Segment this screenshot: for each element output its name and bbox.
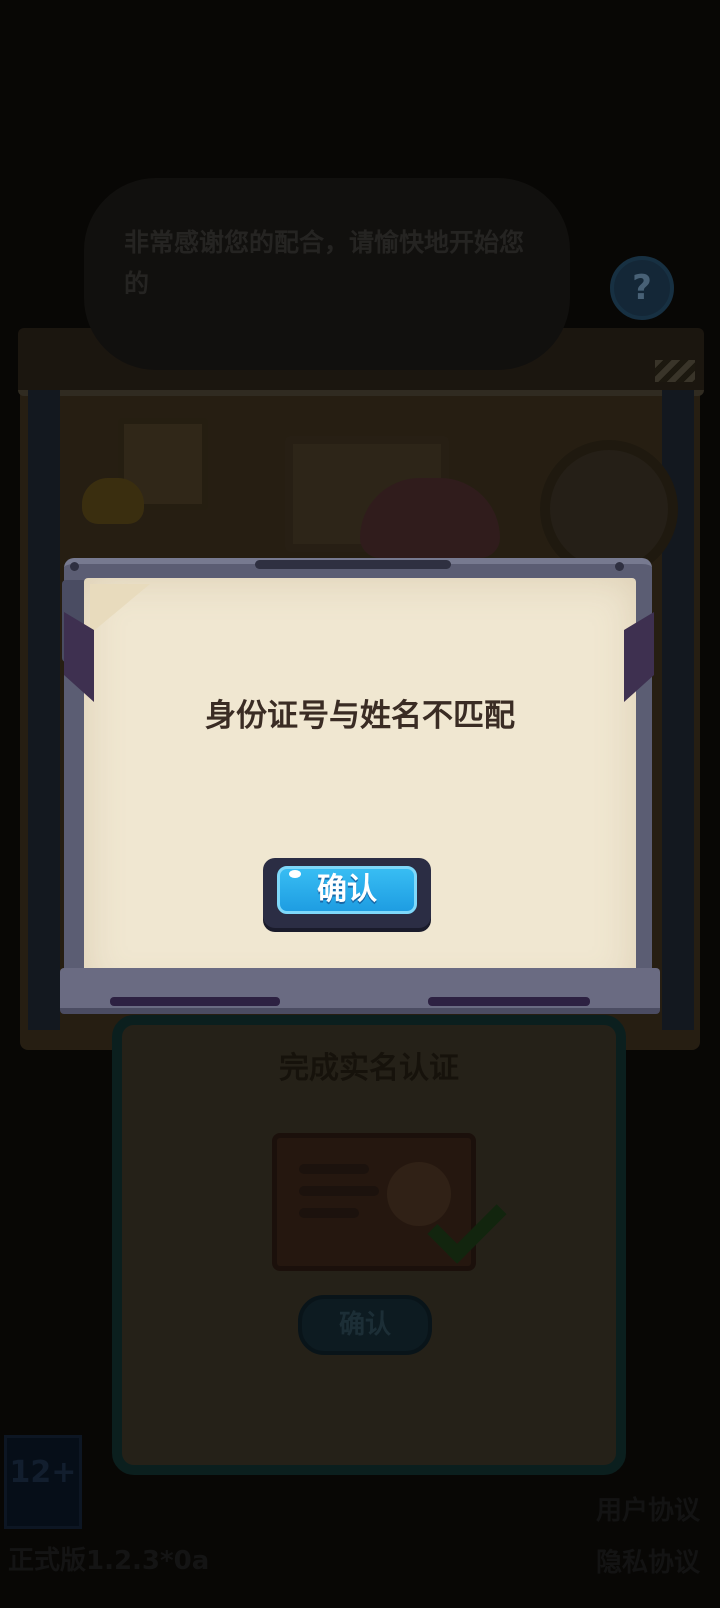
shine-decoration [289, 870, 301, 878]
dialog-bottom-bar [60, 968, 660, 1014]
dialog-bottom-groove [110, 997, 280, 1006]
error-message: 身份证号与姓名不匹配 [205, 698, 515, 734]
rivet-icon [615, 562, 624, 571]
error-dialog: 身份证号与姓名不匹配 确认 [60, 552, 660, 1022]
dialog-bottom-groove [428, 997, 590, 1006]
confirm-button[interactable]: 确认 [263, 858, 431, 928]
rivet-icon [70, 562, 79, 571]
dialog-top-bar [255, 560, 451, 569]
dialog-paper [84, 578, 636, 994]
